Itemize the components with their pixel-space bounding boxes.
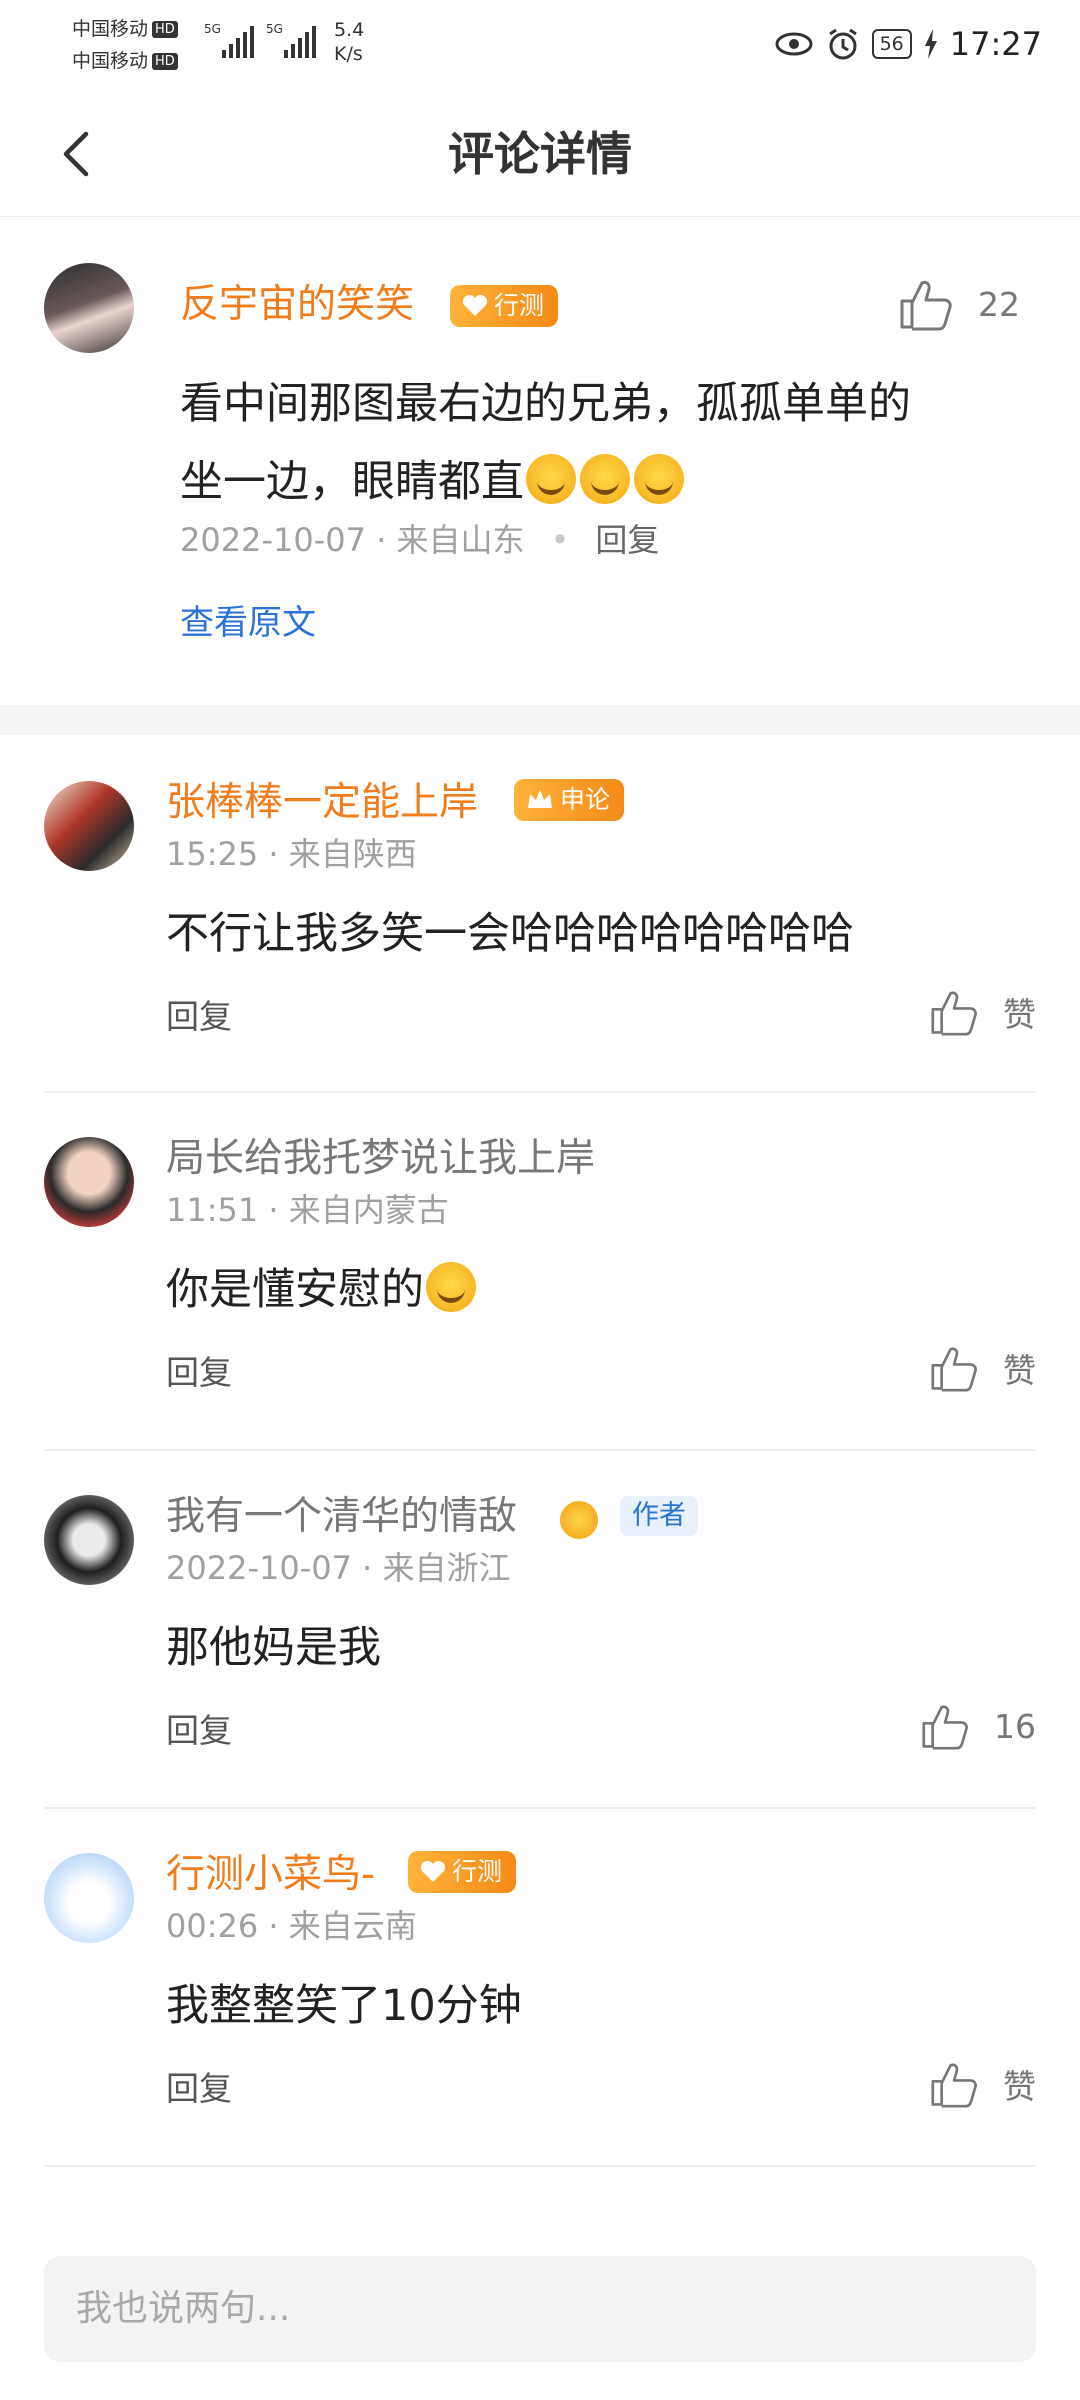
reply-meta: 00:26 · 来自云南 bbox=[166, 1907, 417, 1945]
thumbs-up-icon bbox=[922, 1705, 968, 1750]
carrier-2: 中国移动 HD bbox=[72, 50, 178, 72]
clock: 17:27 bbox=[949, 25, 1042, 63]
reply-meta: 11:51 · 来自内蒙古 bbox=[166, 1191, 449, 1229]
section-divider bbox=[0, 705, 1080, 735]
thumbs-up-icon bbox=[931, 2063, 977, 2108]
heart-icon bbox=[462, 295, 488, 316]
avatar[interactable] bbox=[44, 1137, 134, 1227]
like-button[interactable]: 16 bbox=[920, 1702, 1036, 1750]
network-speed: 5.4 K/s bbox=[334, 19, 365, 65]
charging-icon bbox=[924, 29, 937, 59]
like-count: 22 bbox=[978, 284, 1020, 324]
level-badge: 行测 bbox=[450, 285, 559, 327]
page-title: 评论详情 bbox=[448, 127, 632, 181]
app-header: 评论详情 bbox=[0, 92, 1080, 217]
crown-icon bbox=[528, 790, 552, 808]
avatar[interactable] bbox=[44, 1495, 134, 1585]
reply-text: 你是懂安慰的 bbox=[166, 1251, 478, 1329]
rofl-emoji-icon bbox=[526, 454, 576, 504]
comment-input[interactable]: 我也说两句... bbox=[44, 2256, 1036, 2362]
reply-text: 那他妈是我 bbox=[166, 1623, 381, 1673]
like-button[interactable]: 赞 bbox=[929, 2060, 1036, 2108]
username[interactable]: 反宇宙的笑笑 bbox=[180, 279, 414, 331]
username[interactable]: 我有一个清华的情敌 bbox=[166, 1491, 517, 1543]
status-bar: 中国移动 HD 中国移动 HD 5G 5G 5.4 K/s 56 17:27 bbox=[0, 0, 1080, 92]
battery-indicator: 56 bbox=[871, 29, 912, 59]
reply-item: 局长给我托梦说让我上岸 11:51 · 来自内蒙古 你是懂安慰的 回复 赞 bbox=[0, 1093, 1080, 1451]
divider bbox=[44, 2165, 1036, 2167]
level-badge: 行测 bbox=[408, 1851, 517, 1893]
reply-item: 张棒棒一定能上岸 申论 15:25 · 来自陕西 不行让我多笑一会哈哈哈哈哈哈哈… bbox=[0, 735, 1080, 1093]
reply-item: 行测小菜鸟- 行测 00:26 · 来自云南 我整整笑了10分钟 回复 赞 bbox=[0, 1809, 1080, 2167]
medal-icon bbox=[560, 1501, 598, 1539]
view-original-link[interactable]: 查看原文 bbox=[180, 601, 316, 645]
network-type-2: 5G bbox=[266, 22, 283, 36]
like-button[interactable]: 赞 bbox=[929, 1344, 1036, 1392]
username[interactable]: 行测小菜鸟- bbox=[166, 1849, 375, 1901]
reply-link[interactable]: 回复 bbox=[595, 521, 659, 559]
rofl-emoji-icon bbox=[634, 454, 684, 504]
username[interactable]: 张棒棒一定能上岸 bbox=[166, 777, 478, 829]
thumbs-up-icon bbox=[931, 991, 977, 1036]
like-count: 16 bbox=[994, 1706, 1036, 1746]
reply-button[interactable]: 回复 bbox=[166, 1351, 232, 1395]
rofl-emoji-icon bbox=[580, 454, 630, 504]
reply-item: 我有一个清华的情敌 作者 2022-10-07 · 来自浙江 那他妈是我 回复 … bbox=[0, 1451, 1080, 1809]
alarm-icon bbox=[828, 28, 857, 60]
avatar[interactable] bbox=[44, 263, 134, 353]
reply-text: 不行让我多笑一会哈哈哈哈哈哈哈哈 bbox=[166, 909, 854, 959]
carrier-1: 中国移动 HD bbox=[72, 18, 178, 40]
thumbs-up-icon bbox=[900, 280, 952, 331]
reply-button[interactable]: 回复 bbox=[166, 1709, 232, 1753]
reply-button[interactable]: 回复 bbox=[166, 2067, 232, 2111]
reply-text: 我整整笑了10分钟 bbox=[166, 1981, 522, 2031]
like-button[interactable]: 22 bbox=[898, 277, 1020, 331]
network-type-1: 5G bbox=[204, 22, 221, 36]
thumbs-up-icon bbox=[931, 1347, 977, 1392]
comment-meta: 2022-10-07 · 来自山东 • 回复 bbox=[180, 521, 660, 559]
laughing-emoji-icon bbox=[426, 1262, 476, 1312]
username[interactable]: 局长给我托梦说让我上岸 bbox=[166, 1133, 595, 1185]
avatar[interactable] bbox=[44, 781, 134, 871]
signal-icon bbox=[222, 26, 254, 58]
reply-meta: 15:25 · 来自陕西 bbox=[166, 835, 417, 873]
signal-icon-2 bbox=[284, 26, 316, 58]
heart-icon bbox=[420, 1861, 446, 1882]
avatar[interactable] bbox=[44, 1853, 134, 1943]
like-button[interactable]: 赞 bbox=[929, 988, 1036, 1036]
comment-input-bar: 我也说两句... bbox=[0, 2220, 1080, 2400]
reply-meta: 2022-10-07 · 来自浙江 bbox=[166, 1549, 511, 1587]
eye-icon bbox=[775, 32, 813, 56]
main-comment: 反宇宙的笑笑 行测 22 看中间那图最右边的兄弟，孤孤单单的 坐一边，眼睛都直 … bbox=[0, 217, 1080, 705]
author-tag: 作者 bbox=[620, 1496, 698, 1536]
comment-text: 看中间那图最右边的兄弟，孤孤单单的 坐一边，眼睛都直 bbox=[180, 379, 911, 507]
reply-button[interactable]: 回复 bbox=[166, 995, 232, 1039]
level-badge: 申论 bbox=[514, 779, 625, 821]
